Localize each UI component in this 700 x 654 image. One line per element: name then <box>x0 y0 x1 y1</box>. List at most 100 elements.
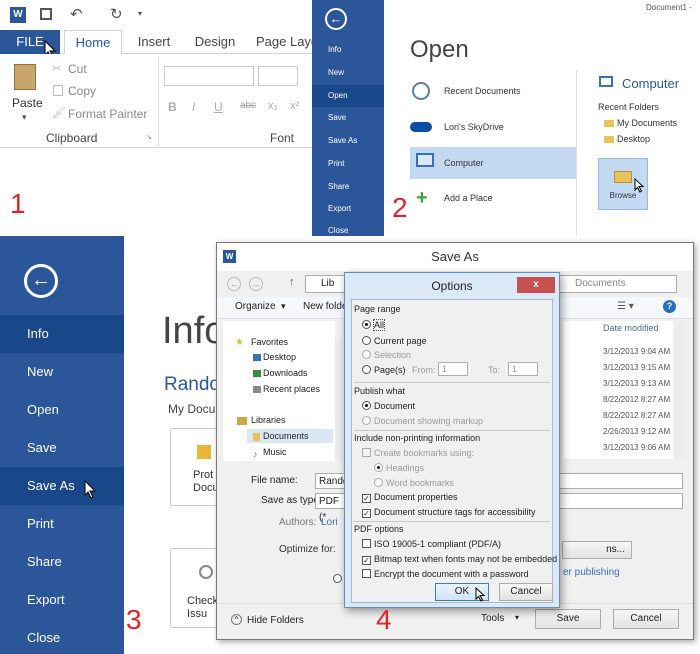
options-cancel-button[interactable]: Cancel <box>499 583 553 601</box>
tab-design[interactable]: Design <box>186 30 244 54</box>
location-add-place[interactable]: Add a Place <box>444 182 493 214</box>
sidebar-item-open[interactable]: Open <box>0 391 124 429</box>
format-painter-button[interactable]: Format Painter <box>68 107 147 121</box>
close-icon[interactable]: x <box>517 277 555 293</box>
radio-button[interactable] <box>362 365 371 374</box>
nav-downloads[interactable]: Downloads <box>263 368 308 378</box>
radio-button[interactable] <box>362 401 371 410</box>
tab-home[interactable]: Home <box>64 30 122 55</box>
sidebar-item-save[interactable]: Save <box>0 429 124 467</box>
encrypt-checkbox[interactable]: Encrypt the document with a password <box>362 569 529 579</box>
subscript-button[interactable]: x₂ <box>268 100 278 112</box>
sidebar-item-save[interactable]: Save <box>312 107 384 129</box>
publishing-link[interactable]: er publishing <box>563 567 620 578</box>
authors-value[interactable]: Lori <box>321 517 338 528</box>
document-radio[interactable]: Document <box>362 401 415 411</box>
selection-radio[interactable]: Selection <box>362 350 411 360</box>
strikethrough-button[interactable]: abc <box>240 100 256 111</box>
save-type-select[interactable]: PDF (* <box>315 493 345 523</box>
sidebar-item-export[interactable]: Export <box>0 581 124 619</box>
word-bookmarks-radio[interactable]: Word bookmarks <box>374 478 454 488</box>
sidebar-item-close[interactable]: Close <box>312 220 384 236</box>
paste-button[interactable]: Paste <box>12 96 43 110</box>
paste-icon[interactable] <box>14 64 36 90</box>
iso-checkbox[interactable]: ISO 19005-1 compliant (PDF/A) <box>362 539 501 549</box>
check-issues-button[interactable]: Check Issu <box>170 548 220 628</box>
checkbox[interactable]: ✓ <box>362 509 371 518</box>
location-recent-documents[interactable]: Recent Documents <box>444 75 521 107</box>
doc-properties-checkbox[interactable]: ✓ Document properties <box>362 492 458 503</box>
from-input[interactable]: 1 <box>438 362 468 376</box>
italic-button[interactable]: I <box>192 100 195 114</box>
undo-icon[interactable]: ↶ <box>70 5 83 23</box>
radio-button[interactable] <box>374 478 383 487</box>
bold-button[interactable]: B <box>168 100 177 114</box>
view-options-icon[interactable]: ☰ ▾ <box>617 301 634 312</box>
nav-recent-places[interactable]: Recent places <box>263 384 320 394</box>
file-name-input[interactable]: Rando <box>315 473 348 489</box>
checkbox[interactable] <box>362 539 371 548</box>
document-markup-radio[interactable]: Document showing markup <box>362 416 483 426</box>
sidebar-item-open[interactable]: Open <box>312 85 384 107</box>
location-skydrive[interactable]: Lori's SkyDrive <box>444 111 504 143</box>
protect-document-button[interactable]: Prot Docu <box>170 428 220 506</box>
tab-insert[interactable]: Insert <box>128 30 180 54</box>
sidebar-item-save-as[interactable]: Save As <box>0 467 124 505</box>
radio-button[interactable] <box>362 320 371 329</box>
help-icon[interactable]: ? <box>663 300 676 313</box>
back-arrow-icon[interactable]: ← <box>24 264 58 298</box>
save-button[interactable]: Save <box>535 609 601 629</box>
current-page-radio[interactable]: Current page <box>362 336 427 346</box>
nav-desktop[interactable]: Desktop <box>263 352 296 362</box>
customize-qat-icon[interactable]: ▾ <box>138 9 142 18</box>
copy-button[interactable]: Copy <box>68 84 96 98</box>
radio-button[interactable] <box>374 463 383 472</box>
address-bar[interactable]: Lib <box>305 275 345 293</box>
font-size-box[interactable] <box>258 66 298 86</box>
sidebar-item-info[interactable]: Info <box>0 315 124 353</box>
hide-folders-button[interactable]: Hide Folders <box>247 615 304 626</box>
nav-scrollbar[interactable] <box>335 339 343 459</box>
organize-dropdown-icon[interactable]: ▾ <box>281 301 286 312</box>
up-arrow-icon[interactable]: ↑ <box>289 276 295 288</box>
recent-folder-my-documents[interactable]: My Documents <box>617 118 677 128</box>
tools-dropdown-icon[interactable]: ▾ <box>515 613 519 622</box>
checkbox[interactable]: ✓ <box>362 556 371 565</box>
checkbox[interactable]: ✓ <box>362 494 371 503</box>
nav-favorites[interactable]: Favorites <box>251 337 288 347</box>
paste-dropdown-icon[interactable]: ▾ <box>22 112 27 123</box>
redo-icon[interactable]: ↻ <box>110 5 123 23</box>
checkbox[interactable] <box>362 448 371 457</box>
checkbox[interactable] <box>362 569 371 578</box>
location-computer[interactable]: Computer <box>444 147 484 179</box>
save-icon[interactable] <box>40 8 52 20</box>
sidebar-item-info[interactable]: Info <box>312 39 384 61</box>
radio-button[interactable] <box>362 416 371 425</box>
sidebar-item-print[interactable]: Print <box>312 153 384 175</box>
sidebar-item-new[interactable]: New <box>0 353 124 391</box>
sidebar-item-export[interactable]: Export <box>312 198 384 220</box>
recent-folder-desktop[interactable]: Desktop <box>617 134 650 144</box>
sidebar-item-share[interactable]: Share <box>0 543 124 581</box>
bitmap-checkbox[interactable]: ✓ Bitmap text when fonts may not be embed… <box>362 554 557 565</box>
radio-button[interactable] <box>362 350 371 359</box>
back-arrow-icon[interactable]: ← <box>325 8 347 30</box>
save-type-select-right[interactable] <box>559 493 683 509</box>
to-input[interactable]: 1 <box>508 362 538 376</box>
superscript-button[interactable]: x² <box>290 100 299 112</box>
clipboard-launcher-icon[interactable]: ↘ <box>146 133 152 141</box>
radio-button[interactable] <box>333 574 342 583</box>
options-button[interactable]: ns... <box>562 541 632 559</box>
cancel-button[interactable]: Cancel <box>613 609 679 629</box>
headings-radio[interactable]: Headings <box>374 463 424 473</box>
create-bookmarks-checkbox[interactable]: Create bookmarks using: <box>362 448 474 458</box>
forward-nav-icon[interactable]: → <box>249 277 263 291</box>
organize-button[interactable]: Organize <box>235 301 276 312</box>
location-computer-selected[interactable] <box>410 147 576 179</box>
sidebar-item-share[interactable]: Share <box>312 176 384 198</box>
cut-button[interactable]: Cut <box>68 62 87 76</box>
sidebar-item-new[interactable]: New <box>312 62 384 84</box>
column-date-modified[interactable]: Date modified <box>603 323 659 333</box>
tab-page-layout[interactable]: Page Layo <box>256 30 312 54</box>
file-list-scrollbar[interactable] <box>675 321 685 459</box>
